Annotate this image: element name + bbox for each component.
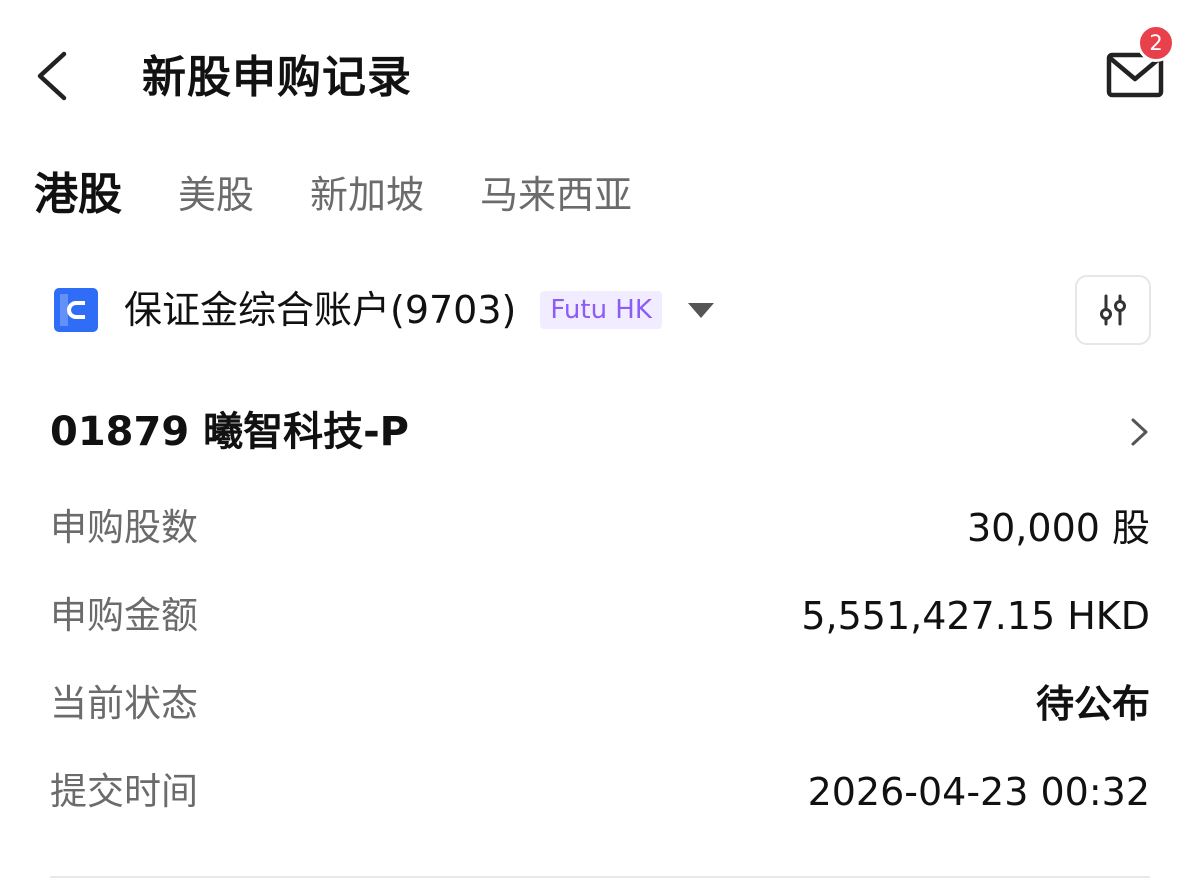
detail-value: 2026-04-23 00:32 <box>807 770 1150 814</box>
broker-badge: Futu HK <box>540 291 662 329</box>
detail-row-submit-time: 提交时间 2026-04-23 00:32 <box>50 762 1150 822</box>
tab-label: 美股 <box>178 173 255 217</box>
stock-title: 01879 曦智科技-P <box>50 409 410 455</box>
page-title: 新股申购记录 <box>142 52 412 103</box>
tab-label: 港股 <box>34 169 122 220</box>
detail-label: 申购金额 <box>50 594 198 637</box>
filter-button[interactable] <box>1075 275 1151 345</box>
app-header: 新股申购记录 2 <box>0 0 1200 150</box>
tab-label: 马来西亚 <box>480 173 633 217</box>
account-card-icon <box>54 288 98 332</box>
chevron-left-icon[interactable] <box>30 46 80 106</box>
detail-label: 当前状态 <box>50 682 198 725</box>
tab-hk-stocks[interactable]: 港股 <box>32 165 122 225</box>
detail-value: 30,000 股 <box>966 506 1150 550</box>
divider <box>50 876 1150 878</box>
detail-row-shares: 申购股数 30,000 股 <box>50 498 1150 558</box>
account-name: 保证金综合账户(9703) <box>124 288 517 332</box>
detail-label: 申购股数 <box>50 506 198 549</box>
tab-singapore[interactable]: 新加坡 <box>310 165 424 225</box>
unread-count-badge: 2 <box>1137 24 1175 62</box>
caret-down-icon[interactable] <box>686 300 716 320</box>
tab-label: 新加坡 <box>310 173 425 217</box>
detail-value: 5,551,427.15 HKD <box>801 594 1150 638</box>
tab-malaysia[interactable]: 马来西亚 <box>480 165 632 225</box>
detail-row-amount: 申购金额 5,551,427.15 HKD <box>50 586 1150 646</box>
tab-us-stocks[interactable]: 美股 <box>178 165 254 225</box>
status-value: 待公布 <box>1035 682 1150 726</box>
stock-record-header[interactable]: 01879 曦智科技-P <box>50 400 1160 464</box>
account-selector[interactable]: 保证金综合账户(9703) Futu HK <box>54 280 716 340</box>
detail-label: 提交时间 <box>50 770 198 813</box>
detail-row-status: 当前状态 待公布 <box>50 674 1150 734</box>
sliders-icon <box>1100 294 1126 326</box>
market-tabs: 港股 美股 新加坡 马来西亚 <box>32 160 688 230</box>
chevron-right-icon <box>1131 418 1148 446</box>
